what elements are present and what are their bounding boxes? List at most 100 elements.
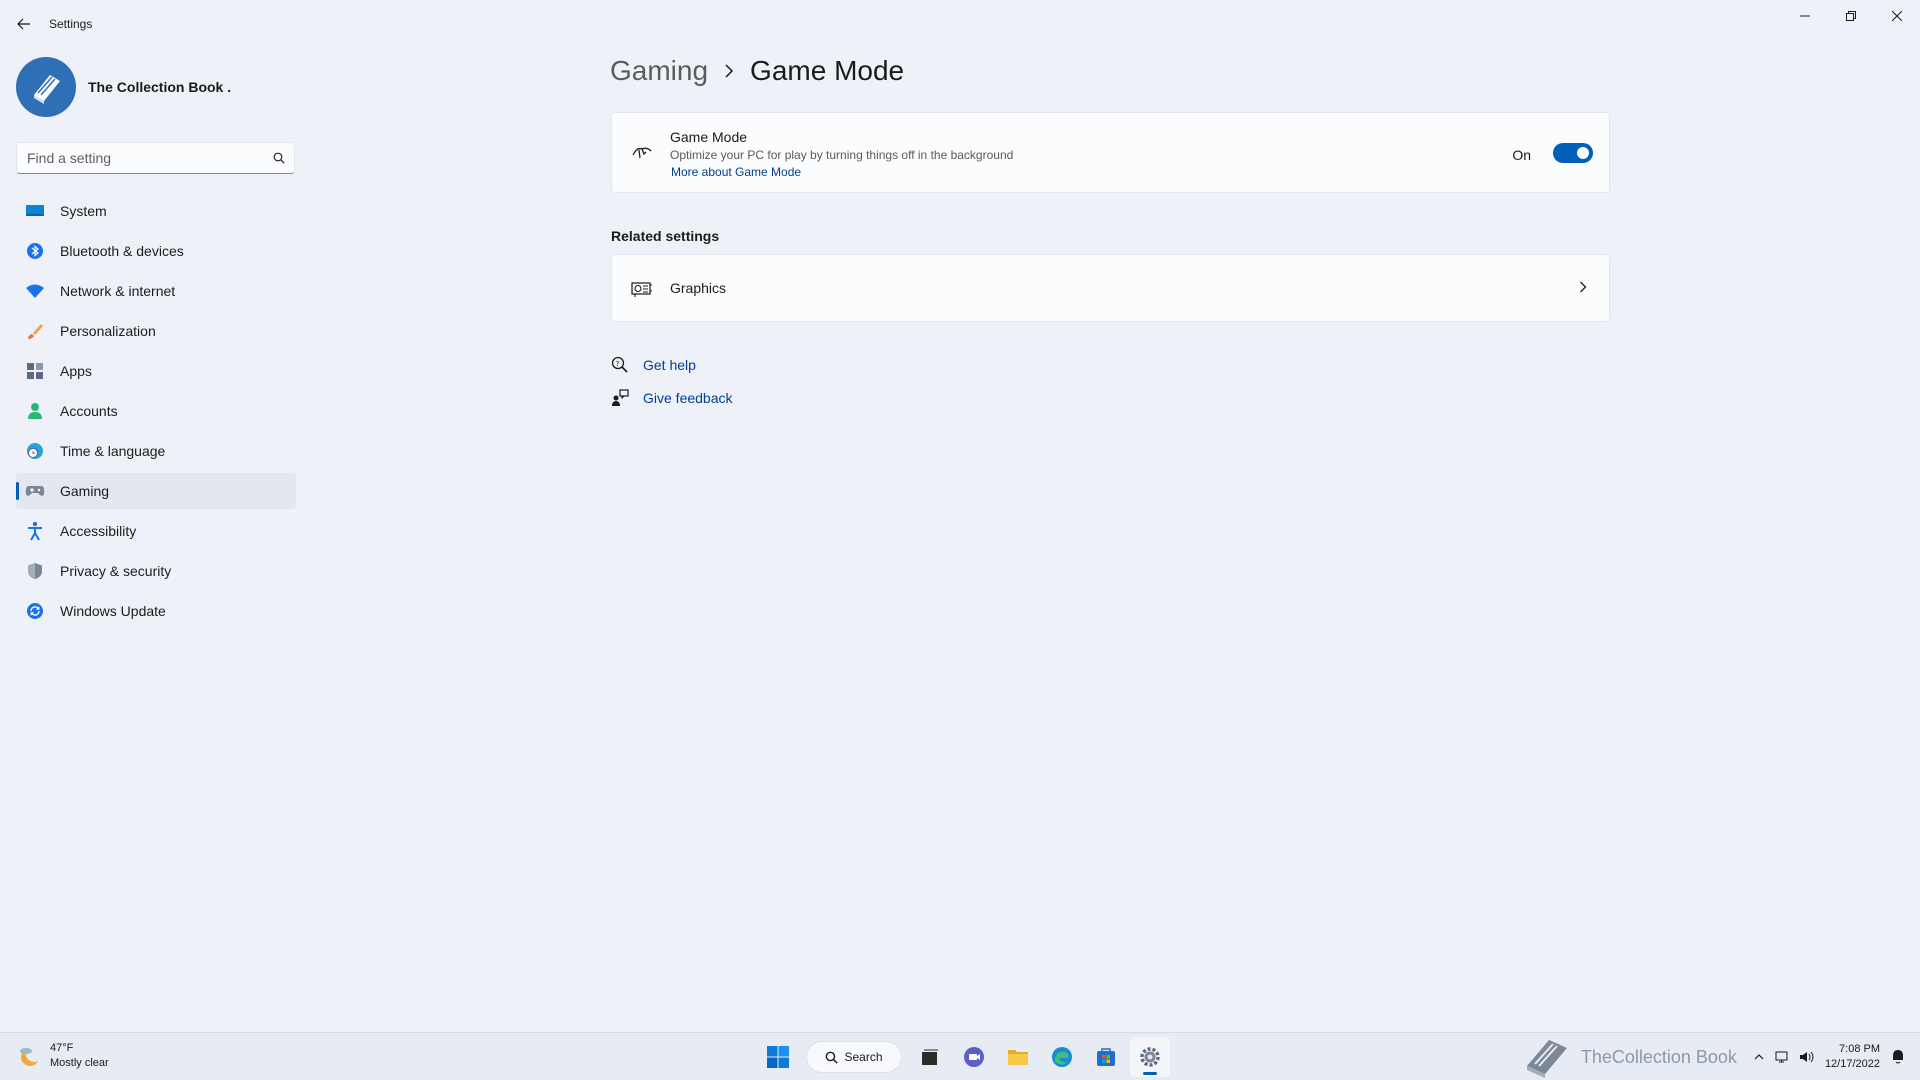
window-controls bbox=[1782, 0, 1920, 32]
sidebar-item-personalization[interactable]: Personalization bbox=[16, 313, 296, 349]
search-input[interactable] bbox=[17, 150, 264, 166]
start-button[interactable] bbox=[758, 1037, 798, 1077]
sidebar-item-gaming[interactable]: Gaming bbox=[16, 473, 296, 509]
taskbar-clock[interactable]: 7:08 PM 12/17/2022 bbox=[1825, 1042, 1880, 1072]
gamepad-icon bbox=[25, 481, 45, 501]
close-button[interactable] bbox=[1874, 0, 1920, 32]
sidebar-item-label: Personalization bbox=[60, 323, 156, 339]
get-help-link[interactable]: ? Get help bbox=[610, 355, 696, 375]
sidebar-item-label: Bluetooth & devices bbox=[60, 243, 184, 259]
more-about-game-mode-link[interactable]: More about Game Mode bbox=[671, 165, 801, 179]
taskbar-search[interactable]: Search bbox=[806, 1041, 902, 1073]
accessibility-icon bbox=[25, 521, 45, 541]
monitor-icon bbox=[25, 201, 45, 221]
chat-button[interactable] bbox=[954, 1037, 994, 1077]
avatar bbox=[16, 57, 76, 117]
clock-time: 7:08 PM bbox=[1839, 1043, 1880, 1055]
taskbar-search-label: Search bbox=[844, 1050, 883, 1064]
back-arrow-icon bbox=[17, 18, 30, 30]
weather-temperature: 47°F bbox=[50, 1042, 74, 1054]
game-mode-icon bbox=[630, 141, 654, 165]
help-icon: ? bbox=[610, 355, 630, 375]
sidebar-item-label: Apps bbox=[60, 363, 92, 379]
sidebar-item-label: Accessibility bbox=[60, 523, 137, 539]
get-help-label: Get help bbox=[643, 357, 696, 373]
restore-icon bbox=[1846, 11, 1856, 21]
sidebar-item-accessibility[interactable]: Accessibility bbox=[16, 513, 296, 549]
notification-icon[interactable] bbox=[1886, 1045, 1910, 1069]
profile-name: The Collection Book . bbox=[88, 79, 232, 95]
svg-text:?: ? bbox=[616, 360, 620, 368]
toggle-knob bbox=[1577, 147, 1589, 159]
sidebar-item-privacy-security[interactable]: Privacy & security bbox=[16, 553, 296, 589]
taskbar-apps: Search bbox=[756, 1037, 1172, 1077]
user-profile[interactable]: The Collection Book . bbox=[16, 57, 231, 117]
sidebar-item-time-language[interactable]: Time & language bbox=[16, 433, 296, 469]
graphics-label: Graphics bbox=[670, 280, 727, 296]
toggle-state-label: On bbox=[1512, 147, 1531, 163]
minimize-icon bbox=[1800, 15, 1810, 17]
task-view-button[interactable] bbox=[910, 1037, 950, 1077]
store-icon bbox=[1097, 1048, 1115, 1066]
file-explorer-icon bbox=[1008, 1050, 1028, 1065]
chevron-right-icon bbox=[724, 64, 734, 78]
settings-search[interactable] bbox=[16, 142, 295, 174]
book-watermark-icon bbox=[1526, 1040, 1567, 1078]
globe-clock-icon bbox=[25, 441, 45, 461]
watermark-text: TheCollection Book bbox=[1580, 1046, 1737, 1067]
back-button[interactable] bbox=[12, 12, 36, 36]
update-icon bbox=[25, 601, 45, 621]
settings-app-button[interactable] bbox=[1130, 1037, 1170, 1077]
related-settings-heading: Related settings bbox=[611, 228, 720, 244]
apps-icon bbox=[25, 361, 45, 381]
breadcrumb-parent-link[interactable]: Gaming bbox=[610, 55, 708, 87]
page-title: Game Mode bbox=[750, 55, 905, 86]
sidebar-nav: System Bluetooth & devices Network & int… bbox=[16, 193, 296, 633]
game-mode-toggle[interactable] bbox=[1553, 143, 1593, 163]
chevron-up-icon[interactable] bbox=[1747, 1045, 1771, 1069]
game-mode-card: Game Mode Optimize your PC for play by t… bbox=[611, 112, 1610, 193]
restore-button[interactable] bbox=[1828, 0, 1874, 32]
title-bar: Settings bbox=[0, 0, 1920, 48]
shield-icon bbox=[25, 561, 45, 581]
moon-cloud-icon bbox=[16, 1042, 44, 1070]
game-mode-description: Optimize your PC for play by turning thi… bbox=[670, 148, 1014, 162]
sidebar-item-label: Windows Update bbox=[60, 603, 166, 619]
search-icon[interactable] bbox=[264, 152, 294, 164]
chevron-right-icon bbox=[1575, 279, 1591, 295]
sidebar-item-network[interactable]: Network & internet bbox=[16, 273, 296, 309]
game-mode-title: Game Mode bbox=[670, 129, 748, 145]
give-feedback-link[interactable]: Give feedback bbox=[610, 388, 733, 408]
watermark: TheCollection Book bbox=[1523, 1034, 1737, 1080]
edge-button[interactable] bbox=[1042, 1037, 1082, 1077]
feedback-icon bbox=[610, 388, 630, 408]
taskbar: 47°F Mostly clear Search TheCollection B… bbox=[0, 1032, 1920, 1080]
sidebar-item-windows-update[interactable]: Windows Update bbox=[16, 593, 296, 629]
edge-icon bbox=[1052, 1047, 1072, 1067]
minimize-button[interactable] bbox=[1782, 0, 1828, 32]
file-explorer-button[interactable] bbox=[998, 1037, 1038, 1077]
sidebar-item-label: Network & internet bbox=[60, 283, 176, 299]
graphics-card-icon bbox=[630, 277, 654, 301]
sidebar-item-apps[interactable]: Apps bbox=[16, 353, 296, 389]
give-feedback-label: Give feedback bbox=[643, 390, 733, 406]
network-tray-icon[interactable] bbox=[1771, 1045, 1795, 1069]
sidebar-item-label: System bbox=[60, 203, 107, 219]
sidebar-item-label: Accounts bbox=[60, 403, 118, 419]
search-icon bbox=[826, 1051, 839, 1064]
wifi-icon bbox=[25, 281, 45, 301]
sidebar-item-bluetooth[interactable]: Bluetooth & devices bbox=[16, 233, 296, 269]
brush-icon bbox=[25, 321, 45, 341]
weather-condition: Mostly clear bbox=[50, 1057, 109, 1069]
store-button[interactable] bbox=[1086, 1037, 1126, 1077]
volume-icon[interactable] bbox=[1795, 1045, 1819, 1069]
graphics-setting-row[interactable]: Graphics bbox=[611, 254, 1610, 322]
breadcrumb: Gaming Game Mode bbox=[610, 55, 904, 87]
sidebar-item-label: Time & language bbox=[60, 443, 166, 459]
sidebar-item-accounts[interactable]: Accounts bbox=[16, 393, 296, 429]
weather-widget[interactable]: 47°F Mostly clear bbox=[16, 1041, 109, 1071]
person-icon bbox=[25, 401, 45, 421]
sidebar-item-system[interactable]: System bbox=[16, 193, 296, 229]
clock-date: 12/17/2022 bbox=[1824, 1058, 1880, 1070]
chat-icon bbox=[964, 1047, 984, 1067]
